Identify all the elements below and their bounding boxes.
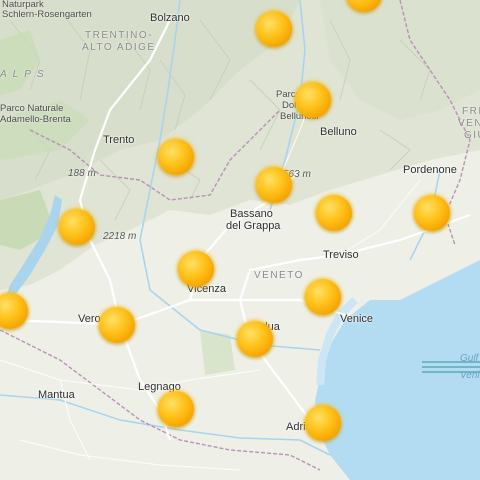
label-gulf-1: Gulf of <box>460 353 480 364</box>
label-bolzano: Bolzano <box>150 12 190 24</box>
label-region-friuli-2: VENEZIA <box>458 118 480 129</box>
map-canvas[interactable]: Bolzano TRENTINO- ALTO ADIGE ALPS Naturp… <box>0 0 480 480</box>
label-park-adamello-1: Parco Naturale <box>0 103 64 114</box>
label-region-friuli-1: FRIULI <box>462 106 480 117</box>
map-marker[interactable] <box>158 391 194 427</box>
map-marker[interactable] <box>59 209 95 245</box>
label-gulf-2: Venice <box>460 370 480 381</box>
map-marker[interactable] <box>256 11 292 47</box>
label-pordenone: Pordenone <box>403 164 457 176</box>
map-marker[interactable] <box>178 251 214 287</box>
label-region-altoadige: ALTO ADIGE <box>82 42 156 53</box>
label-trento: Trento <box>103 134 135 146</box>
label-bassano-2: del Grappa <box>226 220 281 232</box>
label-elevation-188: 188 m <box>68 168 96 179</box>
map-marker[interactable] <box>256 167 292 203</box>
map-marker[interactable] <box>237 321 273 357</box>
label-region-friuli-3: GIULIA <box>464 130 480 141</box>
map-marker[interactable] <box>305 279 341 315</box>
label-park-schlern: Schlern-Rosengarten <box>2 9 92 20</box>
map-marker[interactable] <box>316 195 352 231</box>
map-marker[interactable] <box>158 139 194 175</box>
label-belluno: Belluno <box>320 126 357 138</box>
label-alps: ALPS <box>0 69 50 80</box>
label-elevation-2218: 2218 m <box>103 231 137 242</box>
label-venice: Venice <box>340 313 374 325</box>
label-bassano-1: Bassano <box>230 208 273 220</box>
label-region-trentino: TRENTINO- <box>85 30 153 41</box>
map-marker[interactable] <box>305 405 341 441</box>
label-region-veneto: VENETO <box>254 270 304 281</box>
map-marker[interactable] <box>99 307 135 343</box>
label-treviso: Treviso <box>323 249 359 261</box>
label-park-adamello-2: Adamello-Brenta <box>0 114 71 125</box>
map-marker[interactable] <box>414 195 450 231</box>
label-mantua: Mantua <box>38 389 75 401</box>
map-marker[interactable] <box>295 82 331 118</box>
